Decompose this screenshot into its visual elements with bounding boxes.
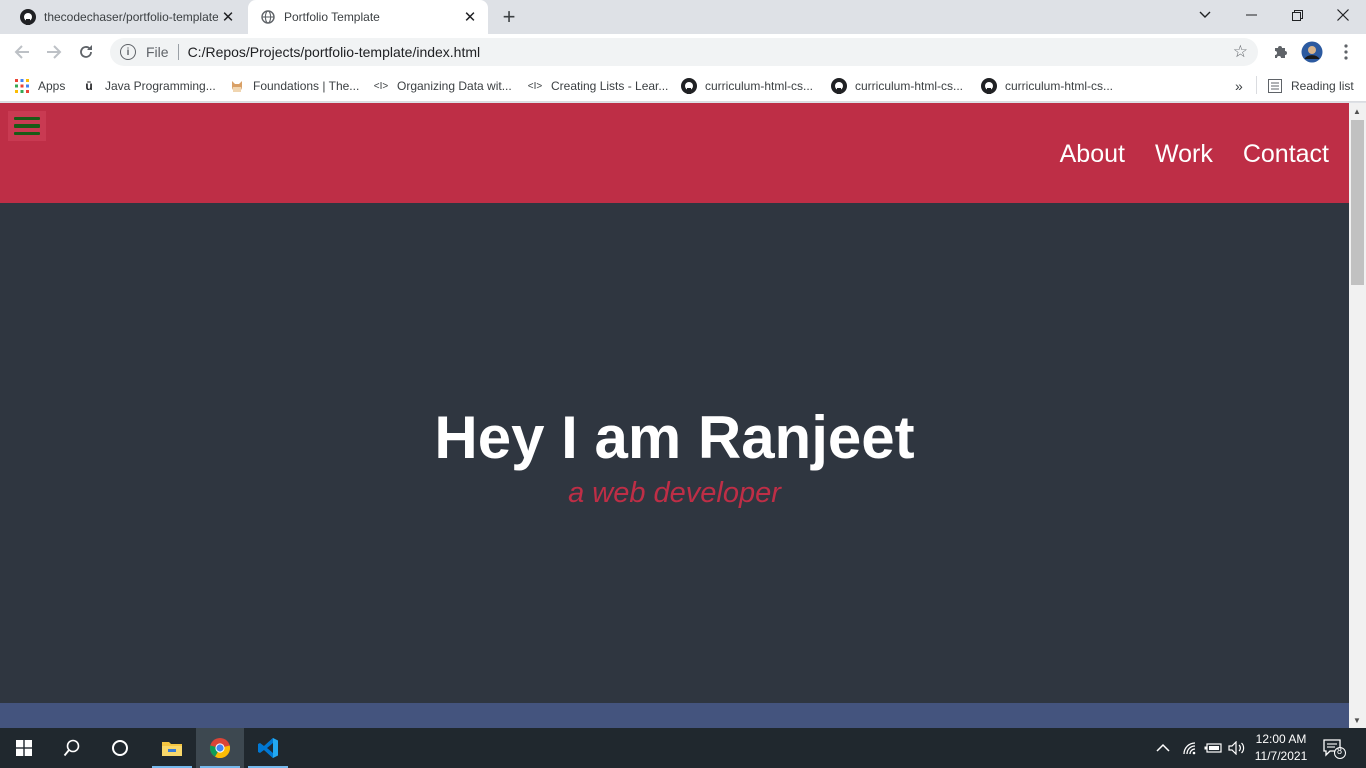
bookmark-java-programming[interactable]: ū Java Programming... [81,76,216,96]
nav-link-work[interactable]: Work [1155,140,1213,169]
scrollbar-thumb[interactable] [1351,120,1364,285]
close-icon[interactable]: ✕ [218,7,238,27]
info-icon[interactable]: i [120,44,136,60]
globe-icon [260,9,276,25]
address-scheme: File [146,44,169,60]
tray-overflow-icon[interactable] [1156,728,1170,768]
scroll-up-arrow-icon[interactable]: ▲ [1353,107,1361,116]
tab-portfolio[interactable]: Portfolio Template ✕ [248,0,488,34]
bookmark-label: Foundations | The... [253,79,360,93]
windows-taskbar: 12:00 AM 11/7/2021 8 [0,728,1366,768]
start-icon[interactable] [0,728,48,768]
more-menu-icon[interactable] [1334,40,1358,64]
search-icon[interactable] [48,728,96,768]
udemy-icon: ū [85,79,93,93]
hero-title: Hey I am Ranjeet [434,404,915,471]
bookmark-organizing-data[interactable]: <I> Organizing Data wit... [373,76,512,96]
odin-icon [229,78,245,94]
close-icon[interactable]: ✕ [460,7,480,27]
page-viewport: About Work Contact Hey I am Ranjeet a we… [0,103,1349,728]
github-icon [681,78,697,94]
tab-search-icon[interactable] [1182,0,1228,30]
bookmark-label: curriculum-html-cs... [855,79,964,93]
next-section-strip [0,703,1349,728]
tab-title: thecodechaser/portfolio-template [44,10,218,24]
profile-avatar-icon[interactable] [1300,40,1324,64]
restore-button[interactable] [1274,0,1320,30]
apps-grid-icon [14,78,30,94]
clock-time: 12:00 AM [1255,732,1307,746]
tab-github[interactable]: thecodechaser/portfolio-template ✕ [8,0,246,34]
nav-link-contact[interactable]: Contact [1243,140,1329,169]
bookmark-label: Creating Lists - Lear... [551,79,669,93]
bookmark-label: curriculum-html-cs... [705,79,814,93]
bookmark-label: Java Programming... [105,79,216,93]
scroll-down-arrow-icon[interactable]: ▼ [1353,716,1361,725]
bookmark-apps[interactable]: Apps [14,76,65,96]
nav-link-about[interactable]: About [1060,140,1125,169]
code-icon: <I> [527,80,543,92]
forward-icon[interactable] [42,40,66,64]
reading-list-icon [1267,78,1283,94]
page-scrollbar[interactable]: ▲ ▼ [1349,103,1366,728]
cortana-icon[interactable] [96,728,144,768]
vscode-icon[interactable] [244,728,292,768]
bookmark-label: Organizing Data wit... [397,79,512,93]
bookmark-foundations[interactable]: Foundations | The... [229,76,359,96]
wifi-icon[interactable] [1182,728,1198,768]
bookmark-curriculum-3[interactable]: curriculum-html-cs... [981,76,1113,96]
close-window-button[interactable] [1320,0,1366,30]
taskbar-clock[interactable]: 12:00 AM 11/7/2021 [1246,731,1316,765]
bookmark-curriculum-2[interactable]: curriculum-html-cs... [831,76,963,96]
bookmark-label: curriculum-html-cs... [1005,79,1114,93]
tab-strip: thecodechaser/portfolio-template ✕ Portf… [0,0,1366,34]
minimize-button[interactable] [1228,0,1274,30]
bookmarks-overflow-button[interactable]: » [1235,76,1243,96]
address-url[interactable]: C:/Repos/Projects/portfolio-template/ind… [188,44,481,60]
bookmarks-bar: Apps ū Java Programming... Foundations |… [0,70,1366,102]
clock-date: 11/7/2021 [1254,749,1308,763]
github-icon [981,78,997,94]
notification-center-icon[interactable]: 8 [1322,728,1346,768]
github-icon [831,78,847,94]
chrome-icon[interactable] [196,728,244,768]
github-icon [20,9,36,25]
bookmark-label: Apps [38,79,66,93]
hamburger-menu-icon[interactable] [8,111,46,141]
hero-subtitle: a web developer [568,477,781,509]
site-nav: About Work Contact [1060,140,1329,169]
extensions-icon[interactable] [1268,40,1292,64]
battery-icon[interactable] [1204,728,1222,768]
notification-count-badge: 8 [1337,746,1343,756]
bookmarks-divider [1256,76,1257,94]
new-tab-button[interactable]: + [498,4,520,29]
address-divider [177,44,179,60]
browser-toolbar: i File C:/Repos/Projects/portfolio-templ… [0,34,1366,70]
reading-list-button[interactable]: Reading list [1267,76,1354,96]
reload-icon[interactable] [74,40,98,64]
bookmark-curriculum-1[interactable]: curriculum-html-cs... [681,76,813,96]
back-icon[interactable] [10,40,34,64]
file-explorer-icon[interactable] [148,728,196,768]
code-icon: <I> [373,80,389,92]
site-header: About Work Contact [0,103,1349,203]
tab-title: Portfolio Template [284,10,380,24]
bookmark-star-icon[interactable]: ☆ [1233,42,1248,62]
address-bar[interactable]: i File C:/Repos/Projects/portfolio-templ… [110,38,1258,66]
bookmark-creating-lists[interactable]: <I> Creating Lists - Lear... [527,76,669,96]
reading-list-label: Reading list [1291,79,1354,93]
volume-icon[interactable] [1228,728,1246,768]
